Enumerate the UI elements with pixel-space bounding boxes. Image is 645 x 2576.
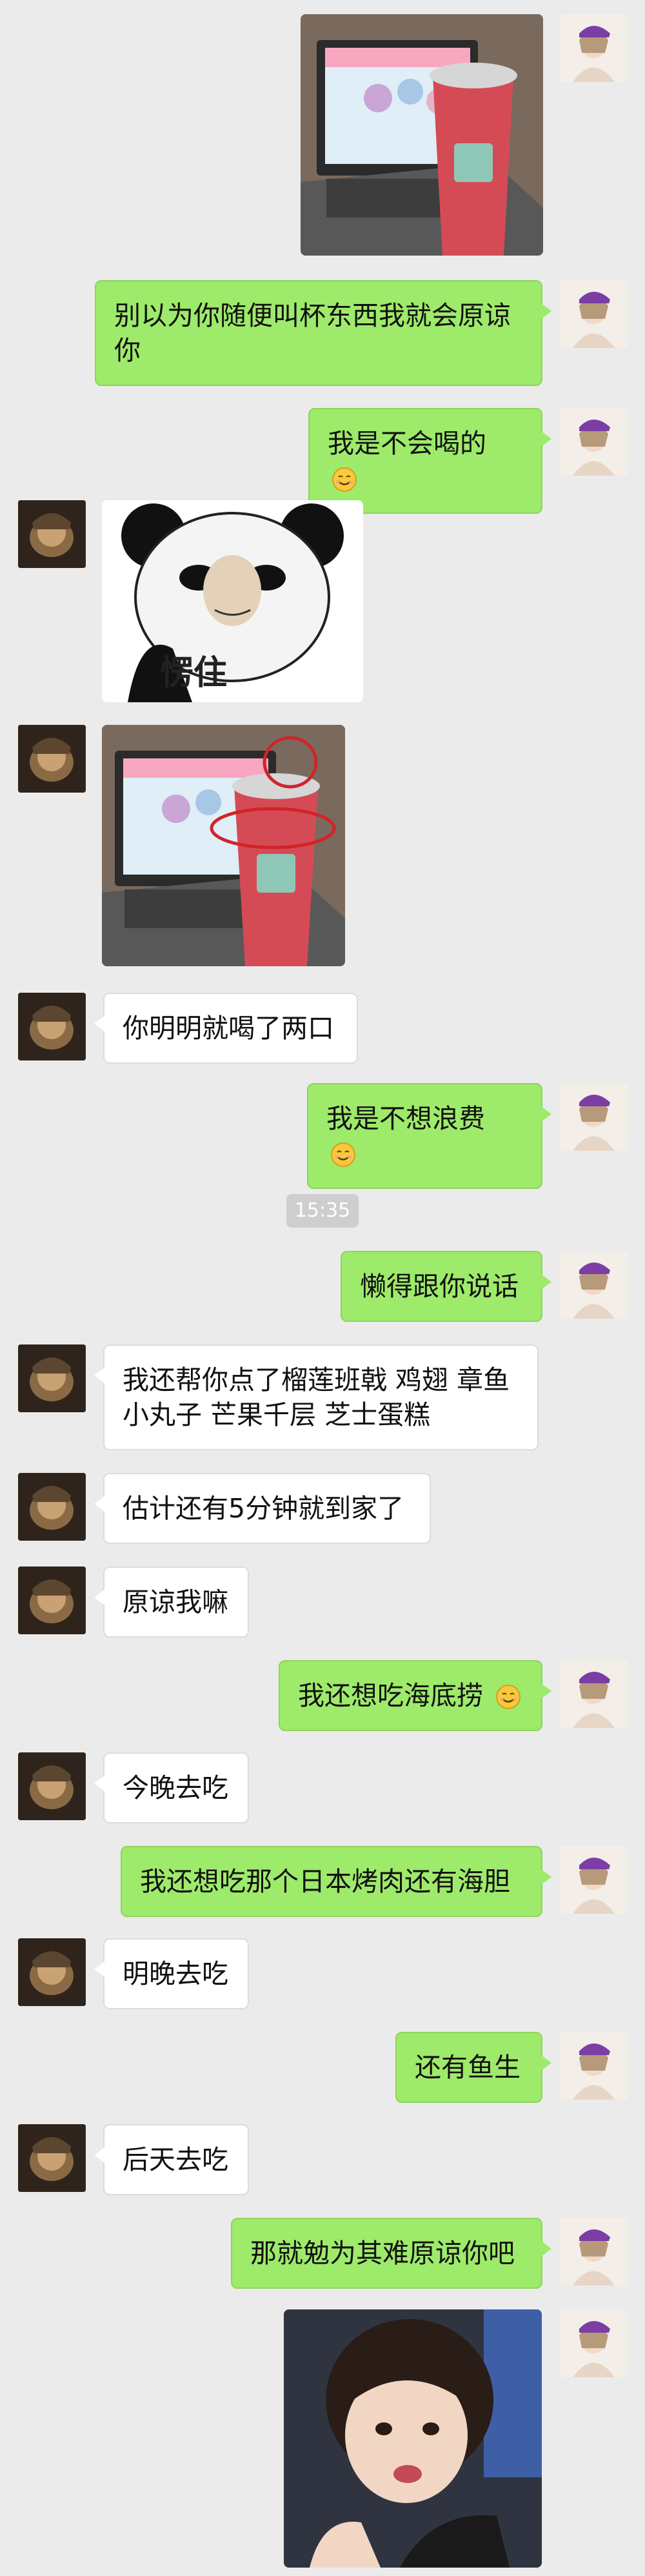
contact-avatar[interactable]: [18, 1344, 86, 1412]
message-text: 明晚去吃: [123, 1958, 228, 1989]
message-bubble-incoming[interactable]: 后天去吃: [94, 2124, 249, 2195]
message-bubble-outgoing[interactable]: 我是不会喝的: [308, 408, 551, 514]
message-bubble-incoming[interactable]: 今晚去吃: [94, 1752, 249, 1823]
message-bubble-outgoing[interactable]: 那就勉为其难原谅你吧: [231, 2218, 551, 2289]
message-bubble-outgoing[interactable]: 还有鱼生: [395, 2032, 551, 2103]
my-avatar[interactable]: [560, 2032, 628, 2100]
message-text: 别以为你随便叫杯东西我就会原谅你: [114, 300, 511, 366]
message-text: 原谅我嘛: [123, 1587, 228, 1618]
message-text: 估计还有5分钟就到家了: [123, 1493, 404, 1524]
message-text: 我是不会喝的: [328, 428, 486, 459]
message-text: 后天去吃: [123, 2144, 228, 2175]
message-text: 今晚去吃: [123, 1772, 228, 1803]
smile-emoji-icon: [331, 1142, 355, 1167]
chat-transcript: 别以为你随便叫杯东西我就会原谅你 我是不会喝的 愣住 你明明就喝了两口 我是不想…: [0, 0, 645, 2576]
smile-emoji-icon: [496, 1685, 521, 1709]
time-divider: 15:35: [286, 1194, 359, 1228]
message-bubble-incoming[interactable]: 明晚去吃: [94, 1938, 249, 2009]
contact-avatar[interactable]: [18, 1567, 86, 1634]
contact-avatar[interactable]: [18, 1752, 86, 1820]
message-text: 我还帮你点了榴莲班戟 鸡翅 章鱼小丸子 芒果千层 芝士蛋糕: [123, 1364, 510, 1430]
message-text: 我是不想浪费: [326, 1103, 485, 1134]
contact-avatar[interactable]: [18, 1473, 86, 1541]
message-text: 懒得跟你说话: [360, 1271, 519, 1302]
message-bubble-incoming[interactable]: 原谅我嘛: [94, 1567, 249, 1638]
my-avatar[interactable]: [560, 2309, 628, 2377]
my-avatar[interactable]: [560, 2218, 628, 2286]
message-bubble-incoming[interactable]: 你明明就喝了两口: [94, 993, 358, 1064]
message-text: 你明明就喝了两口: [123, 1013, 334, 1044]
message-bubble-outgoing[interactable]: 懒得跟你说话: [341, 1251, 551, 1322]
child-thumbs-up-photo[interactable]: [284, 2309, 542, 2568]
drink-photo[interactable]: [301, 14, 543, 256]
message-bubble-outgoing[interactable]: 我还想吃那个日本烤肉还有海胆: [121, 1846, 551, 1917]
annotated-drink-photo[interactable]: [102, 725, 345, 966]
message-text: 我还想吃那个日本烤肉还有海胆: [140, 1866, 510, 1897]
my-avatar[interactable]: [560, 1083, 628, 1151]
message-bubble-outgoing[interactable]: 别以为你随便叫杯东西我就会原谅你: [95, 280, 551, 386]
smile-emoji-icon: [332, 467, 357, 492]
panda-sticker[interactable]: 愣住: [102, 500, 363, 702]
message-text: 我还想吃海底捞: [298, 1680, 483, 1711]
message-bubble-incoming[interactable]: 估计还有5分钟就到家了: [94, 1473, 431, 1544]
my-avatar[interactable]: [560, 14, 628, 82]
sticker-caption: 愣住: [160, 654, 228, 693]
contact-avatar[interactable]: [18, 1938, 86, 2006]
contact-avatar[interactable]: [18, 500, 86, 568]
contact-avatar[interactable]: [18, 993, 86, 1060]
contact-avatar[interactable]: [18, 725, 86, 793]
my-avatar[interactable]: [560, 1660, 628, 1728]
contact-avatar[interactable]: [18, 2124, 86, 2192]
message-bubble-incoming[interactable]: 我还帮你点了榴莲班戟 鸡翅 章鱼小丸子 芒果千层 芝士蛋糕: [94, 1344, 539, 1450]
message-bubble-outgoing[interactable]: 我还想吃海底捞: [279, 1660, 551, 1731]
my-avatar[interactable]: [560, 408, 628, 476]
message-text: 那就勉为其难原谅你吧: [250, 2238, 515, 2269]
message-bubble-outgoing[interactable]: 我是不想浪费: [307, 1083, 551, 1189]
message-text: 还有鱼生: [415, 2052, 521, 2083]
my-avatar[interactable]: [560, 1251, 628, 1319]
my-avatar[interactable]: [560, 280, 628, 348]
my-avatar[interactable]: [560, 1846, 628, 1914]
